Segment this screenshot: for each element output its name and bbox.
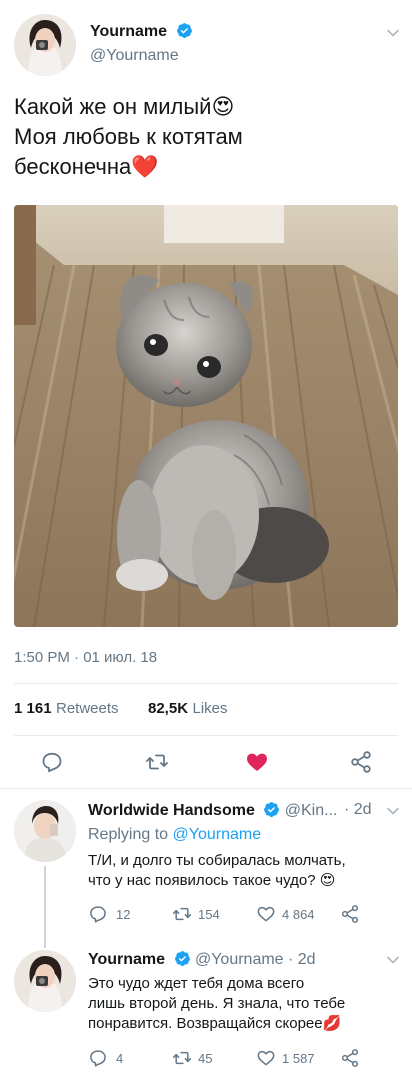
- like-icon[interactable]: [256, 904, 276, 924]
- reply2-text-line2: лишь второй день. Я знала, что тебе: [88, 995, 346, 1012]
- divider: [14, 735, 398, 736]
- author-name[interactable]: Yourname: [90, 23, 167, 40]
- replying-to-handle[interactable]: @Yourname: [173, 826, 262, 843]
- thread-line: [44, 866, 46, 948]
- author-avatar[interactable]: [14, 14, 76, 76]
- likes-count: 82,5K: [148, 700, 189, 717]
- reply1-text-line1: Т/И, и долго ты собиралась молчать,: [88, 852, 346, 869]
- retweet-icon[interactable]: [172, 1048, 192, 1068]
- reply2-name[interactable]: Yourname: [88, 951, 165, 968]
- verified-icon: [176, 23, 192, 38]
- reply2-reply-action[interactable]: 4: [88, 1048, 123, 1068]
- likes-label: Likes: [192, 700, 228, 717]
- reply1-like-action[interactable]: 4 864: [256, 904, 315, 924]
- heart-eyes-emoji: 😍: [319, 872, 336, 889]
- verified-icon: [174, 951, 190, 966]
- reply1-name[interactable]: Worldwide Handsome: [88, 802, 255, 819]
- replying-to-label: Replying to: [88, 826, 169, 843]
- kiss-emoji: 💋: [322, 1015, 342, 1032]
- reply1-retweets-count: 154: [198, 906, 220, 922]
- reply2-text-line3: понравится. Возвращайся скорее: [88, 1015, 323, 1032]
- retweet-icon[interactable]: [172, 904, 192, 924]
- heart-eyes-emoji: 😍: [211, 94, 235, 119]
- like-icon[interactable]: [245, 750, 269, 774]
- divider: [14, 683, 398, 684]
- tweet-text-line3: бесконечна: [14, 154, 132, 179]
- retweets-count: 1 161: [14, 700, 52, 717]
- reply1-header[interactable]: Worldwide Handsome @Kin...: [88, 801, 388, 820]
- reply2-text-line1: Это чудо ждет тебя дома всего: [88, 975, 305, 992]
- red-heart-emoji: ❤️: [131, 154, 159, 179]
- reply1-text: Т/И, и долго ты собиралась молчать, что …: [88, 851, 404, 891]
- share-icon[interactable]: [349, 750, 373, 774]
- reply2-retweet-action[interactable]: 45: [172, 1048, 212, 1068]
- share-icon[interactable]: [340, 1048, 360, 1068]
- reply1-retweet-action[interactable]: 154: [172, 904, 220, 924]
- reply-icon[interactable]: [40, 750, 64, 774]
- like-icon[interactable]: [256, 1048, 276, 1068]
- reply2-avatar[interactable]: [14, 950, 76, 1012]
- reply2-handle[interactable]: @Yourname · 2d: [195, 951, 316, 968]
- reply-icon[interactable]: [88, 1048, 108, 1068]
- reply1-reply-action[interactable]: 12: [88, 904, 130, 924]
- chevron-down-icon[interactable]: [386, 953, 400, 967]
- divider: [0, 788, 412, 789]
- retweets-label: Retweets: [56, 700, 119, 717]
- reply1-likes-count: 4 864: [282, 906, 315, 922]
- verified-icon: [264, 802, 280, 817]
- retweets-stat[interactable]: 1 161 Retweets: [14, 700, 119, 718]
- reply2-retweets-count: 45: [198, 1050, 213, 1066]
- reply2-text: Это чудо ждет тебя дома всего лишь второ…: [88, 974, 404, 1034]
- retweet-icon[interactable]: [145, 750, 169, 774]
- reply2-replies-count: 4: [116, 1050, 124, 1066]
- reply2-header[interactable]: Yourname @Yourname · 2d: [88, 950, 316, 969]
- likes-stat[interactable]: 82,5K Likes: [148, 700, 228, 718]
- author-handle[interactable]: @Yourname: [90, 47, 179, 65]
- reply1-replies-count: 12: [116, 906, 131, 922]
- reply1-text-line2: что у нас появилось такое чудо?: [88, 872, 316, 889]
- reply1-time[interactable]: · 2d: [344, 801, 372, 819]
- tweet-photo[interactable]: [14, 205, 398, 627]
- chevron-down-icon[interactable]: [386, 804, 400, 818]
- reply-icon[interactable]: [88, 904, 108, 924]
- tweet-text: Какой же он милый😍 Моя любовь к котятам …: [14, 92, 398, 182]
- reply2-likes-count: 1 587: [282, 1050, 315, 1066]
- tweet-timestamp[interactable]: 1:50 PM · 01 июл. 18: [14, 649, 157, 666]
- reply1-replying-to: Replying to @Yourname: [88, 826, 261, 844]
- author-name-row[interactable]: Yourname: [90, 22, 193, 41]
- tweet-text-line2: Моя любовь к котятам: [14, 124, 243, 149]
- reply1-avatar[interactable]: [14, 800, 76, 862]
- reply2-like-action[interactable]: 1 587: [256, 1048, 315, 1068]
- tweet-text-line1: Какой же он милый: [14, 94, 212, 119]
- share-icon[interactable]: [340, 904, 360, 924]
- chevron-down-icon[interactable]: [386, 26, 400, 40]
- reply1-handle[interactable]: @Kin...: [285, 802, 338, 819]
